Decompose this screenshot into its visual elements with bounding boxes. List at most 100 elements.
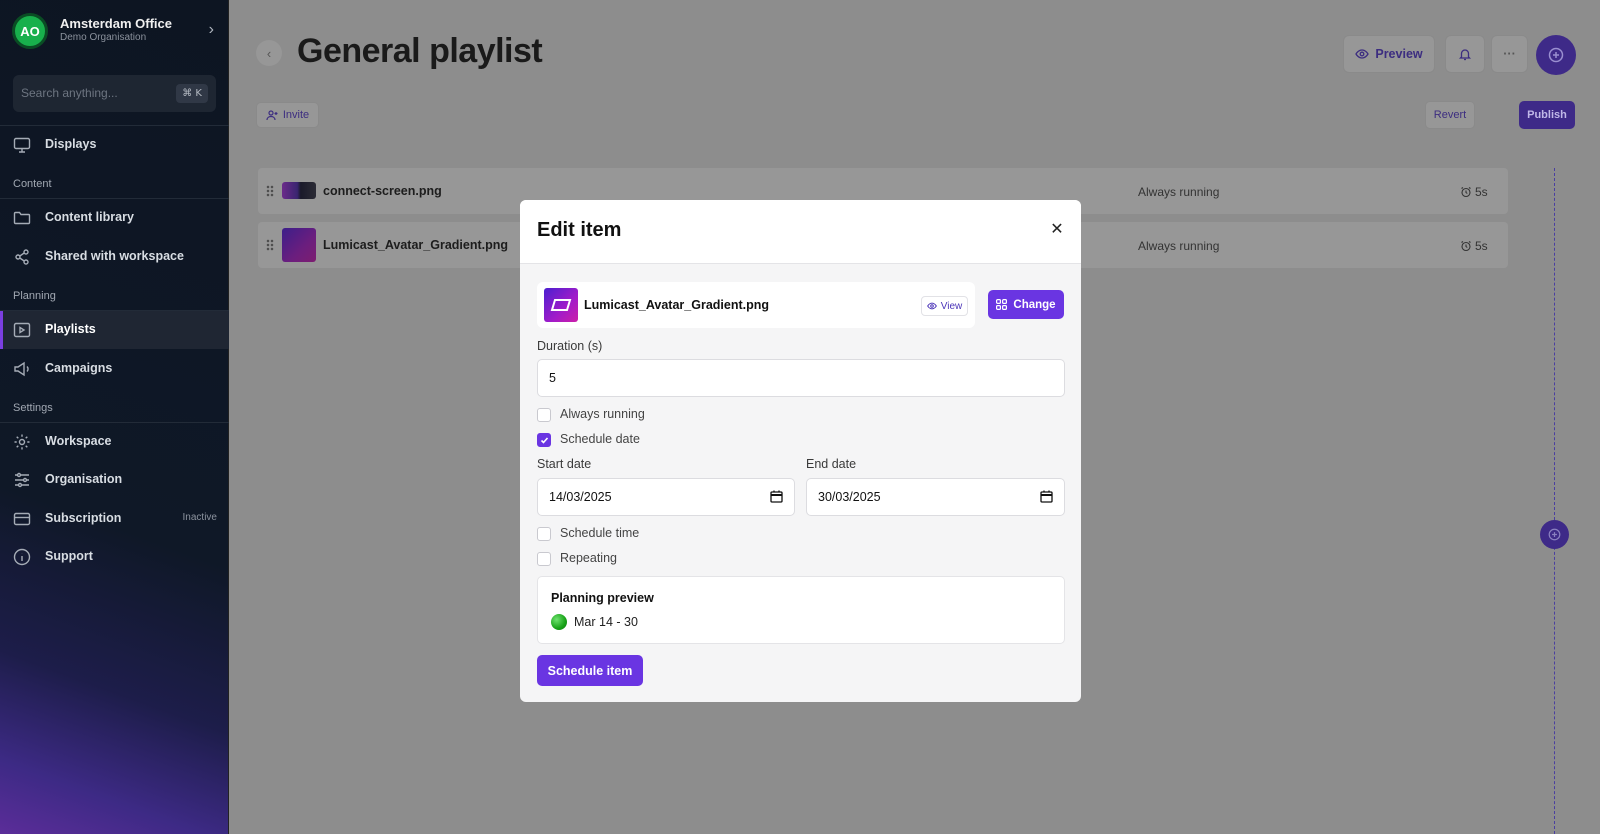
user-plus-icon bbox=[266, 110, 278, 121]
item-duration: 5s bbox=[1460, 185, 1488, 199]
org-name: Amsterdam Office bbox=[60, 16, 172, 31]
info-icon bbox=[13, 548, 31, 566]
checkbox-unchecked[interactable] bbox=[537, 408, 551, 422]
monitor-icon bbox=[13, 137, 31, 153]
share-icon bbox=[15, 249, 29, 265]
credit-card-icon bbox=[13, 512, 31, 526]
sidebar-item-label: Shared with workspace bbox=[45, 249, 184, 263]
sidebar-item-campaigns[interactable]: Campaigns bbox=[0, 350, 229, 388]
status-badge: Inactive bbox=[182, 512, 217, 523]
item-status: Always running bbox=[1138, 239, 1220, 253]
schedule-item-button[interactable]: Schedule item bbox=[537, 655, 643, 686]
thumbnail bbox=[282, 182, 316, 199]
search-placeholder: Search anything... bbox=[21, 86, 118, 100]
checkbox-unchecked[interactable] bbox=[537, 552, 551, 566]
sidebar-item-displays[interactable]: Displays bbox=[0, 126, 229, 164]
playlist-icon bbox=[13, 322, 31, 338]
bell-icon bbox=[1458, 49, 1472, 61]
end-date-input[interactable]: 30/03/2025 bbox=[806, 478, 1065, 516]
calendar-icon[interactable] bbox=[770, 490, 783, 503]
more-icon: ··· bbox=[1503, 47, 1516, 61]
start-date-label: Start date bbox=[537, 457, 592, 471]
item-duration: 5s bbox=[1460, 239, 1488, 253]
checkbox-unchecked[interactable] bbox=[537, 527, 551, 541]
sidebar-item-label: Subscription bbox=[45, 511, 122, 525]
sidebar: AO Amsterdam Office Demo Organisation › … bbox=[0, 0, 229, 834]
drag-handle-icon[interactable] bbox=[266, 185, 274, 197]
sidebar-item-support[interactable]: Support bbox=[0, 538, 229, 576]
chevron-left-icon: ‹ bbox=[266, 45, 272, 61]
sidebar-item-shared[interactable]: Shared with workspace bbox=[0, 238, 229, 276]
eye-icon bbox=[926, 302, 937, 310]
section-label-settings: Settings bbox=[13, 402, 53, 414]
preview-label: Preview bbox=[1375, 47, 1423, 61]
timeline-line bbox=[1554, 168, 1555, 834]
plus-circle-icon bbox=[1548, 528, 1561, 541]
checkbox-label: Schedule time bbox=[560, 526, 640, 540]
view-label: View bbox=[940, 300, 963, 312]
duration-label: Duration (s) bbox=[537, 339, 603, 353]
search-input[interactable]: Search anything... ⌘ K bbox=[13, 75, 216, 112]
duration-value: 5s bbox=[1475, 185, 1488, 199]
org-avatar: AO bbox=[12, 13, 48, 49]
sidebar-item-label: Displays bbox=[45, 137, 97, 151]
close-icon[interactable]: ✕ bbox=[1049, 222, 1065, 238]
sidebar-item-label: Support bbox=[45, 549, 93, 563]
sidebar-item-content-library[interactable]: Content library bbox=[0, 199, 229, 237]
modal-header: Edit item ✕ bbox=[520, 200, 1081, 264]
plus-circle-icon bbox=[1548, 47, 1564, 63]
notifications-button[interactable] bbox=[1445, 35, 1485, 73]
checkbox-checked[interactable] bbox=[537, 433, 551, 447]
sidebar-item-label: Workspace bbox=[45, 434, 112, 448]
timeline-add-button[interactable] bbox=[1540, 520, 1569, 549]
item-name: connect-screen.png bbox=[323, 184, 442, 198]
alarm-clock-icon bbox=[1461, 187, 1471, 198]
invite-label: Invite bbox=[282, 109, 310, 121]
drag-handle-icon[interactable] bbox=[266, 239, 274, 251]
publish-button[interactable]: Publish bbox=[1519, 101, 1575, 129]
sidebar-item-label: Campaigns bbox=[45, 361, 113, 375]
section-label-content: Content bbox=[13, 178, 52, 190]
sidebar-item-label: Playlists bbox=[45, 322, 96, 336]
calendar-icon[interactable] bbox=[1040, 490, 1053, 503]
sidebar-item-subscription[interactable]: Subscription Inactive bbox=[0, 500, 229, 538]
folder-icon bbox=[13, 211, 31, 225]
section-label-planning: Planning bbox=[13, 290, 56, 302]
invite-button[interactable]: Invite bbox=[256, 102, 319, 128]
status-dot-icon bbox=[551, 614, 567, 630]
planning-preview: Planning preview Mar 14 - 30 bbox=[537, 576, 1065, 644]
sidebar-item-label: Organisation bbox=[45, 472, 123, 486]
more-button[interactable]: ··· bbox=[1491, 35, 1528, 73]
sliders-icon bbox=[15, 472, 29, 488]
preview-button[interactable]: Preview bbox=[1343, 35, 1435, 73]
page-title: General playlist bbox=[297, 32, 543, 70]
view-button[interactable]: View bbox=[921, 296, 968, 316]
item-name: Lumicast_Avatar_Gradient.png bbox=[323, 238, 509, 252]
back-button[interactable]: ‹ bbox=[256, 40, 282, 66]
sidebar-item-playlists[interactable]: Playlists bbox=[0, 311, 229, 349]
sidebar-item-organisation[interactable]: Organisation bbox=[0, 461, 229, 499]
file-card: Lumicast_Avatar_Gradient.png View bbox=[537, 282, 975, 328]
thumbnail bbox=[282, 228, 316, 262]
add-button[interactable] bbox=[1536, 35, 1576, 75]
megaphone-icon bbox=[14, 361, 29, 377]
checkbox-label: Schedule date bbox=[560, 432, 640, 446]
sidebar-item-workspace[interactable]: Workspace bbox=[0, 423, 229, 461]
modal-title: Edit item bbox=[537, 219, 622, 241]
revert-button[interactable]: Revert bbox=[1425, 101, 1475, 129]
grid-icon bbox=[996, 299, 1008, 310]
start-date-value: 14/03/2025 bbox=[549, 490, 612, 504]
check-icon bbox=[540, 436, 548, 444]
search-shortcut: ⌘ K bbox=[176, 84, 208, 103]
checkbox-label: Always running bbox=[560, 407, 645, 421]
start-date-input[interactable]: 14/03/2025 bbox=[537, 478, 795, 516]
item-status: Always running bbox=[1138, 185, 1220, 199]
org-switcher[interactable]: AO Amsterdam Office Demo Organisation › bbox=[12, 13, 218, 51]
end-date-value: 30/03/2025 bbox=[818, 490, 881, 504]
change-button[interactable]: Change bbox=[988, 290, 1064, 319]
file-thumbnail bbox=[544, 288, 578, 322]
planning-preview-range: Mar 14 - 30 bbox=[574, 615, 638, 629]
duration-input[interactable]: 5 bbox=[537, 359, 1065, 397]
checkbox-label: Repeating bbox=[560, 551, 617, 565]
eye-icon bbox=[1355, 49, 1370, 59]
